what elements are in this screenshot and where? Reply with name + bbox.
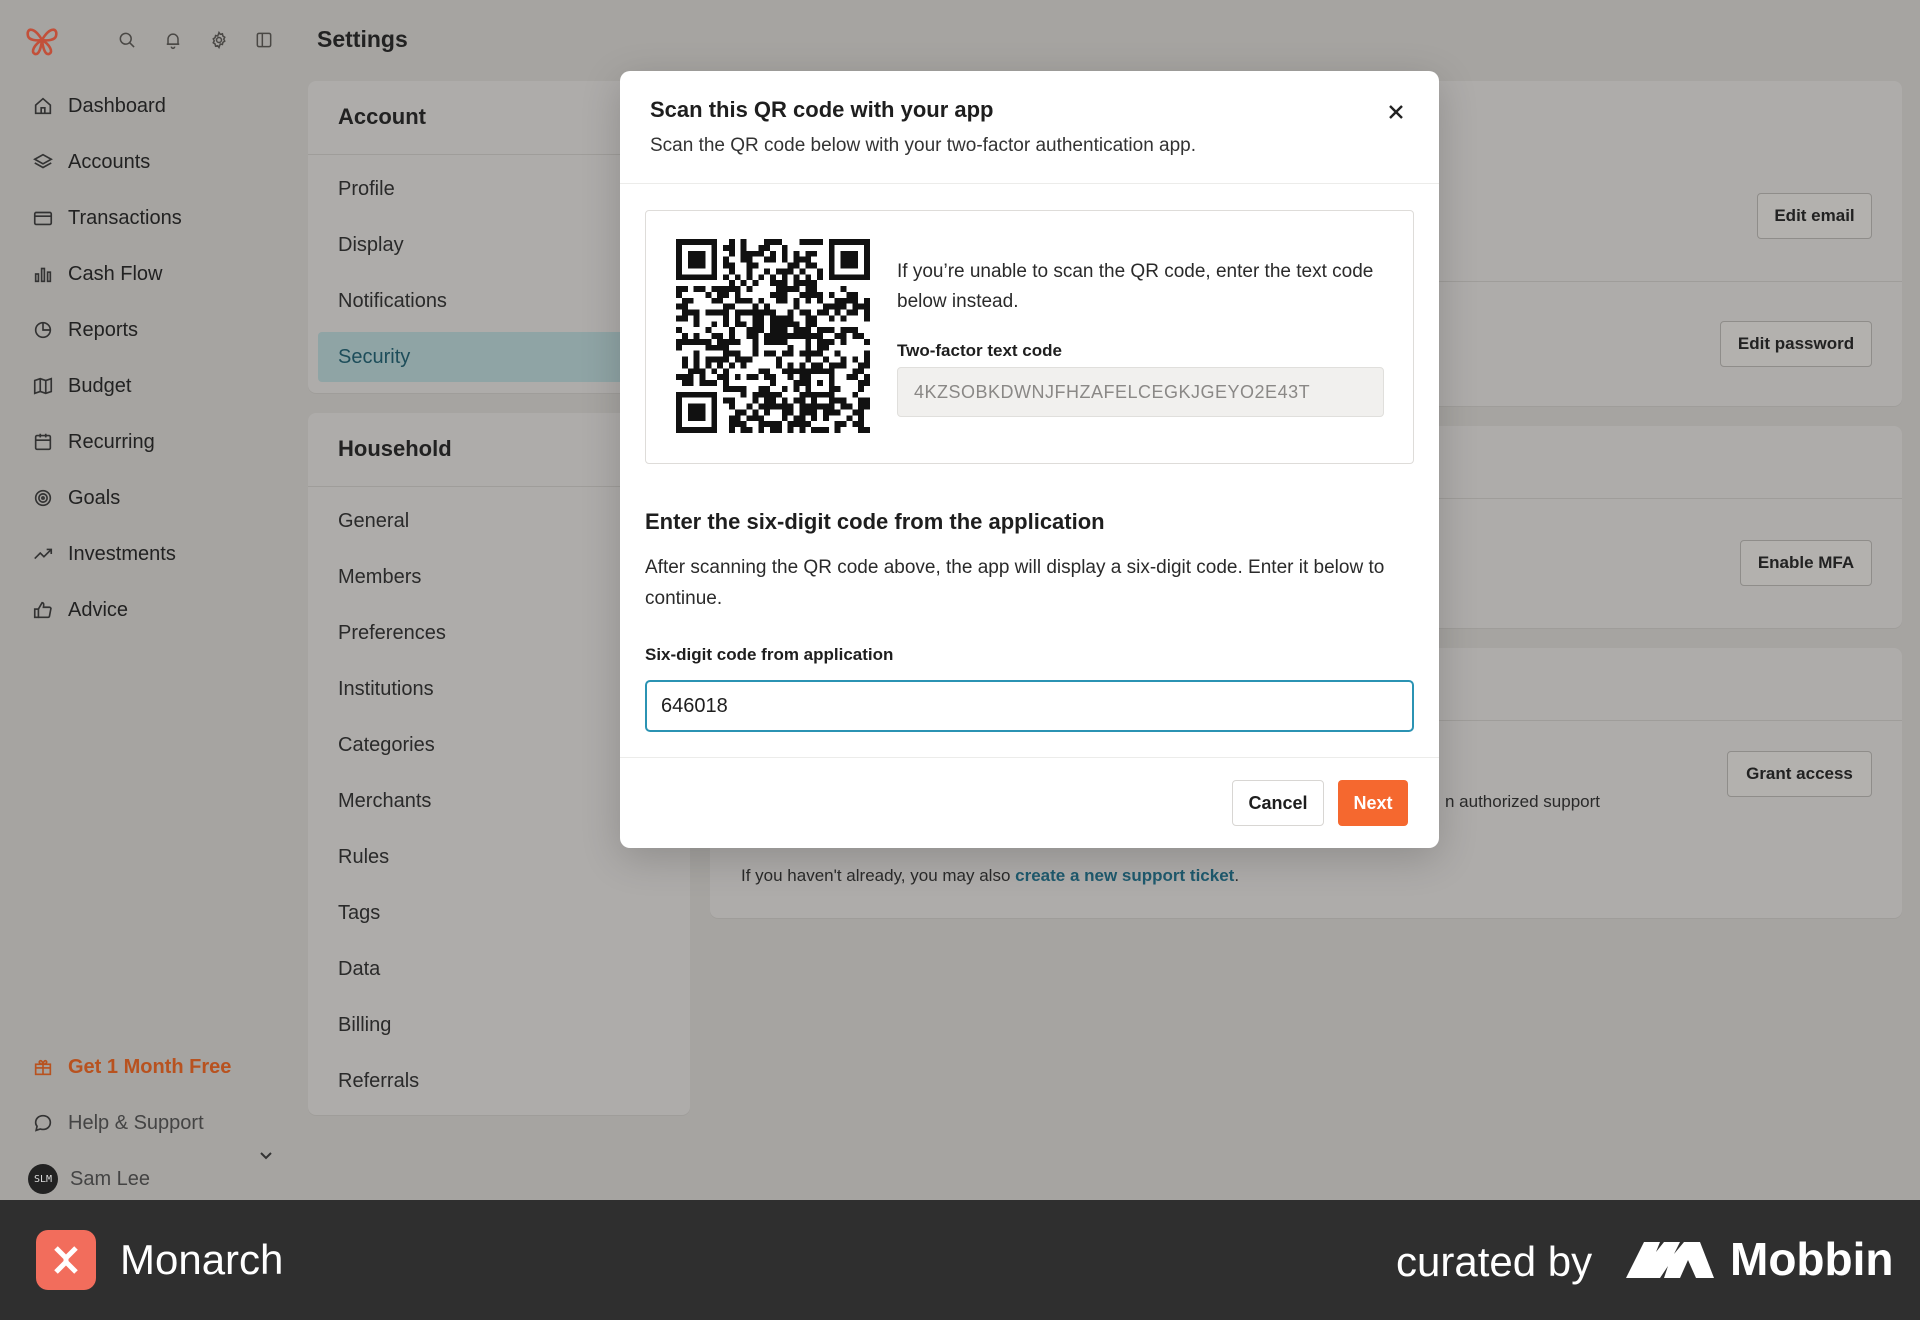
settings-link-data[interactable]: Data: [338, 958, 380, 981]
modal-subtitle: Scan the QR code below with your two-fac…: [650, 135, 1197, 156]
gift-icon: [34, 1059, 52, 1076]
grant-access-button[interactable]: Grant access: [1727, 751, 1872, 797]
qr-panel: If you’re unable to scan the QR code, en…: [645, 210, 1414, 464]
close-icon[interactable]: [1383, 99, 1409, 125]
next-button[interactable]: Next: [1338, 780, 1408, 826]
settings-link-display[interactable]: Display: [338, 234, 404, 257]
curated-by-text: curated by: [1396, 1238, 1593, 1285]
sidebar-item-reports[interactable]: Reports: [32, 310, 138, 350]
monarch-logo-icon[interactable]: [24, 22, 60, 58]
sidebar-item-label: Accounts: [68, 150, 151, 173]
edit-password-button[interactable]: Edit password: [1720, 321, 1872, 367]
sidebar-item-label: Recurring: [68, 430, 155, 453]
six-digit-code-input[interactable]: [645, 680, 1414, 732]
footer-bar: Monarch curated by Mobbin: [0, 1200, 1920, 1320]
support-description-fragment: n authorized support: [1445, 792, 1600, 811]
settings-link-referrals[interactable]: Referrals: [338, 1070, 419, 1093]
mfa-setup-modal: Scan this QR code with your app Scan the…: [620, 71, 1439, 848]
sidebar-item-transactions[interactable]: Transactions: [32, 198, 182, 238]
support-ticket-text: If you haven't already, you may also cre…: [741, 866, 1239, 886]
divider: [620, 183, 1439, 184]
settings-link-billing[interactable]: Billing: [338, 1014, 391, 1037]
cancel-button[interactable]: Cancel: [1232, 780, 1324, 826]
user-name: Sam Lee: [70, 1167, 151, 1190]
sidebar-item-label: Investments: [68, 542, 176, 565]
settings-link-notifications[interactable]: Notifications: [338, 290, 447, 313]
monarch-app-icon: [36, 1230, 96, 1290]
settings-link-rules[interactable]: Rules: [338, 846, 389, 869]
qr-help-text: If you’re unable to scan the QR code, en…: [897, 261, 1374, 312]
sidebar-item-advice[interactable]: Advice: [32, 590, 128, 630]
settings-link-profile[interactable]: Profile: [338, 178, 395, 201]
trend-up-icon: [34, 548, 53, 560]
settings-link-general[interactable]: General: [338, 510, 409, 533]
settings-link-members[interactable]: Members: [338, 566, 421, 589]
get-free-month-link[interactable]: Get 1 Month Free: [32, 1047, 231, 1087]
avatar: SLM: [28, 1164, 58, 1194]
sidebar-item-dashboard[interactable]: Dashboard: [32, 86, 166, 126]
sidebar: Dashboard Accounts Transactions Cash Flo…: [0, 80, 300, 1200]
six-digit-description: After scanning the QR code above, the ap…: [645, 557, 1385, 609]
bell-icon[interactable]: [161, 28, 185, 52]
top-bar: Settings: [0, 0, 1920, 80]
enable-mfa-button[interactable]: Enable MFA: [1740, 540, 1872, 586]
mobbin-wordmark: Mobbin: [1730, 1233, 1894, 1285]
sidebar-item-label: Advice: [68, 598, 129, 621]
help-support-link[interactable]: Help & Support: [32, 1103, 204, 1143]
settings-link-preferences[interactable]: Preferences: [338, 622, 446, 645]
target-icon: [34, 489, 52, 507]
sidebar-item-investments[interactable]: Investments: [32, 534, 176, 574]
settings-link-categories[interactable]: Categories: [338, 734, 435, 757]
mobbin-logo-icon: [1626, 1242, 1714, 1278]
home-icon: [34, 97, 52, 115]
map-icon: [33, 377, 53, 395]
sidebar-item-label: Goals: [68, 486, 121, 509]
sidebar-item-budget[interactable]: Budget: [32, 366, 131, 406]
thumbs-up-icon: [33, 601, 52, 619]
footer-brand-name: Monarch: [120, 1236, 284, 1283]
modal-title: Scan this QR code with your app: [650, 97, 994, 122]
search-icon[interactable]: [115, 28, 139, 52]
pie-icon: [34, 321, 52, 339]
promo-label: Get 1 Month Free: [68, 1055, 232, 1078]
sidebar-item-cash-flow[interactable]: Cash Flow: [32, 254, 162, 294]
ticket-suffix: .: [1234, 866, 1240, 885]
sidebar-item-goals[interactable]: Goals: [32, 478, 120, 518]
account-section-title: Account: [338, 104, 426, 129]
user-menu[interactable]: SLM Sam Lee: [28, 1159, 150, 1199]
calendar-icon: [34, 433, 52, 451]
ticket-prefix: If you haven't already, you may also: [741, 866, 1016, 885]
card-icon: [33, 211, 53, 226]
sidebar-toggle-icon[interactable]: [252, 28, 276, 52]
qr-code-image: [676, 239, 870, 433]
chat-bubble-icon: [34, 1114, 52, 1132]
settings-link-merchants[interactable]: Merchants: [338, 790, 431, 813]
sidebar-item-label: Cash Flow: [68, 262, 163, 285]
household-section-title: Household: [338, 436, 452, 461]
sidebar-item-label: Dashboard: [68, 94, 166, 117]
text-code-field[interactable]: 4KZSOBKDWNJFHZAFELCEGKJGEYO2E43T: [897, 367, 1384, 417]
chevron-down-icon[interactable]: [258, 1147, 274, 1163]
layers-icon: [33, 153, 53, 169]
create-support-ticket-link[interactable]: create a new support ticket: [1015, 866, 1234, 885]
settings-link-tags[interactable]: Tags: [338, 902, 380, 925]
sidebar-item-recurring[interactable]: Recurring: [32, 422, 155, 462]
sidebar-item-accounts[interactable]: Accounts: [32, 142, 150, 182]
help-label: Help & Support: [68, 1111, 204, 1134]
six-digit-heading: Enter the six-digit code from the applic…: [645, 509, 1105, 534]
divider: [620, 757, 1439, 758]
gear-icon[interactable]: [207, 28, 231, 52]
sidebar-item-label: Reports: [68, 318, 139, 341]
sidebar-item-label: Budget: [68, 374, 132, 397]
edit-email-button[interactable]: Edit email: [1757, 193, 1872, 239]
page-title: Settings: [317, 26, 408, 52]
bar-chart-icon: [34, 267, 52, 283]
sidebar-item-label: Transactions: [68, 206, 182, 229]
text-code-label: Two-factor text code: [897, 341, 1062, 360]
settings-link-institutions[interactable]: Institutions: [338, 678, 434, 701]
code-input-label: Six-digit code from application: [645, 645, 894, 664]
